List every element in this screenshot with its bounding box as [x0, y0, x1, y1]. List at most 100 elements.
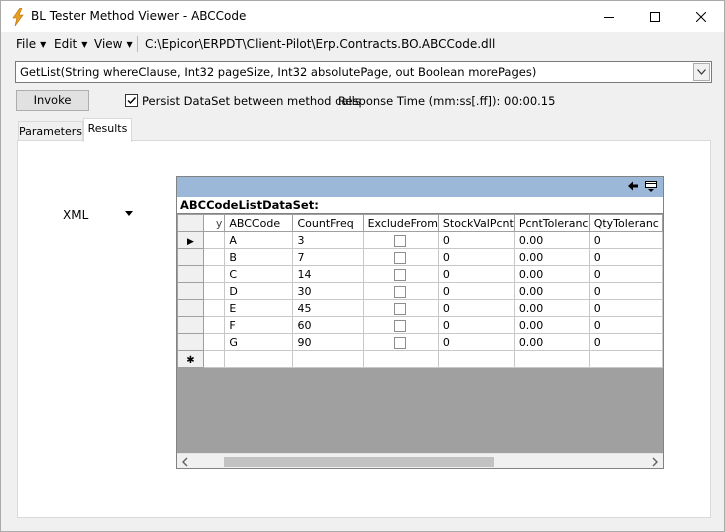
scroll-right-icon[interactable]: [649, 456, 661, 468]
table-cell-empty[interactable]: [292, 350, 364, 368]
table-cell-excludefrom[interactable]: [362, 316, 439, 334]
table-cell-stockvalpcnt[interactable]: 0: [437, 265, 515, 283]
table-cell-abccode[interactable]: C: [224, 265, 294, 283]
table-cell-stockvalpcnt[interactable]: 0: [437, 316, 515, 334]
table-cell-stockvalpcnt[interactable]: 0: [437, 282, 515, 300]
scrollbar-thumb[interactable]: [224, 457, 494, 467]
close-button[interactable]: [678, 1, 724, 32]
table-cell-excludefrom[interactable]: [362, 299, 439, 317]
column-header-y[interactable]: y: [202, 214, 226, 232]
table-cell-abccode[interactable]: A: [224, 231, 294, 249]
table-cell-empty[interactable]: [437, 350, 515, 368]
table-cell-y[interactable]: [202, 299, 226, 317]
table-cell-qtytoleranc[interactable]: 0: [588, 316, 663, 334]
table-cell-empty[interactable]: [202, 350, 226, 368]
table-cell-pcnttoleranc[interactable]: 0.00: [513, 333, 590, 351]
arrow-left-icon[interactable]: [627, 180, 639, 192]
table-cell-countfreq[interactable]: 30: [292, 282, 364, 300]
row-header[interactable]: [177, 282, 204, 300]
chevron-down-icon[interactable]: [125, 211, 133, 216]
table-row[interactable]: F 60 0 0.00 0: [177, 316, 663, 334]
table-cell-qtytoleranc[interactable]: 0: [588, 265, 663, 283]
table-cell-empty[interactable]: [588, 350, 663, 368]
table-cell-abccode[interactable]: F: [224, 316, 294, 334]
row-header[interactable]: ▶: [177, 231, 204, 249]
table-cell-abccode[interactable]: B: [224, 248, 294, 266]
table-cell-abccode[interactable]: D: [224, 282, 294, 300]
table-cell-stockvalpcnt[interactable]: 0: [437, 299, 515, 317]
table-cell-pcnttoleranc[interactable]: 0.00: [513, 265, 590, 283]
column-header-pcnttoleranc[interactable]: PcntToleranc: [513, 214, 590, 232]
column-header-qtytoleranc[interactable]: QtyToleranc: [588, 214, 663, 232]
exclude-from-checkbox[interactable]: [393, 302, 406, 315]
table-cell-pcnttoleranc[interactable]: 0.00: [513, 316, 590, 334]
table-cell-qtytoleranc[interactable]: 0: [588, 299, 663, 317]
exclude-from-checkbox[interactable]: [393, 319, 406, 332]
table-cell-countfreq[interactable]: 7: [292, 248, 364, 266]
invoke-button[interactable]: Invoke: [16, 90, 89, 111]
table-cell-qtytoleranc[interactable]: 0: [588, 282, 663, 300]
table-cell-y[interactable]: [202, 231, 226, 249]
table-cell-qtytoleranc[interactable]: 0: [588, 333, 663, 351]
menu-file[interactable]: File ▼: [16, 37, 46, 51]
tab-parameters[interactable]: Parameters: [18, 121, 83, 142]
exclude-from-checkbox[interactable]: [393, 285, 406, 298]
table-cell-qtytoleranc[interactable]: 0: [588, 231, 663, 249]
row-header[interactable]: [177, 265, 204, 283]
row-header[interactable]: [177, 248, 204, 266]
table-cell-stockvalpcnt[interactable]: 0: [437, 248, 515, 266]
row-header[interactable]: [177, 299, 204, 317]
table-row[interactable]: G 90 0 0.00 0: [177, 333, 663, 351]
scroll-left-icon[interactable]: [179, 456, 191, 468]
exclude-from-checkbox[interactable]: [393, 234, 406, 247]
table-cell-abccode[interactable]: E: [224, 299, 294, 317]
persist-dataset-label[interactable]: Persist DataSet between method calls: [142, 94, 361, 108]
table-cell-y[interactable]: [202, 265, 226, 283]
table-cell-empty[interactable]: [513, 350, 590, 368]
exclude-from-checkbox[interactable]: [393, 251, 406, 264]
table-cell-countfreq[interactable]: 14: [292, 265, 364, 283]
format-dropdown[interactable]: XML: [63, 208, 88, 222]
row-header[interactable]: ✱: [177, 350, 204, 368]
table-cell-empty[interactable]: [362, 350, 439, 368]
table-row[interactable]: C 14 0 0.00 0: [177, 265, 663, 283]
table-cell-excludefrom[interactable]: [362, 282, 439, 300]
table-cell-countfreq[interactable]: 45: [292, 299, 364, 317]
menu-view[interactable]: View ▼: [94, 37, 133, 51]
table-cell-countfreq[interactable]: 90: [292, 333, 364, 351]
table-row[interactable]: ▶ A 3 0 0.00 0: [177, 231, 663, 249]
maximize-button[interactable]: [632, 1, 678, 32]
persist-dataset-checkbox[interactable]: [125, 94, 138, 107]
table-row[interactable]: E 45 0 0.00 0: [177, 299, 663, 317]
menu-edit[interactable]: Edit ▼: [54, 37, 87, 51]
table-cell-pcnttoleranc[interactable]: 0.00: [513, 248, 590, 266]
row-header[interactable]: [177, 333, 204, 351]
table-row[interactable]: B 7 0 0.00 0: [177, 248, 663, 266]
table-cell-countfreq[interactable]: 3: [292, 231, 364, 249]
column-header-excludefrom[interactable]: ExcludeFrom: [362, 214, 439, 232]
column-header-abccode[interactable]: ABCCode: [224, 214, 294, 232]
table-cell-countfreq[interactable]: 60: [292, 316, 364, 334]
column-header-stockvalpcnt[interactable]: StockValPcnt: [437, 214, 515, 232]
table-cell-y[interactable]: [202, 282, 226, 300]
table-cell-abccode[interactable]: G: [224, 333, 294, 351]
table-cell-qtytoleranc[interactable]: 0: [588, 248, 663, 266]
method-dropdown[interactable]: GetList(String whereClause, Int32 pageSi…: [15, 61, 712, 83]
table-cell-excludefrom[interactable]: [362, 333, 439, 351]
horizontal-scrollbar[interactable]: [177, 453, 663, 468]
table-cell-pcnttoleranc[interactable]: 0.00: [513, 282, 590, 300]
table-cell-excludefrom[interactable]: [362, 248, 439, 266]
minimize-button[interactable]: [586, 1, 632, 32]
table-row[interactable]: D 30 0 0.00 0: [177, 282, 663, 300]
table-cell-pcnttoleranc[interactable]: 0.00: [513, 231, 590, 249]
exclude-from-checkbox[interactable]: [393, 268, 406, 281]
table-cell-pcnttoleranc[interactable]: 0.00: [513, 299, 590, 317]
row-header[interactable]: [177, 316, 204, 334]
column-header-countfreq[interactable]: CountFreq: [292, 214, 364, 232]
grid-options-icon[interactable]: [644, 180, 658, 193]
table-cell-y[interactable]: [202, 248, 226, 266]
table-cell-y[interactable]: [202, 316, 226, 334]
title-bar[interactable]: BL Tester Method Viewer - ABCCode: [1, 1, 724, 32]
table-cell-excludefrom[interactable]: [362, 231, 439, 249]
table-cell-stockvalpcnt[interactable]: 0: [437, 333, 515, 351]
